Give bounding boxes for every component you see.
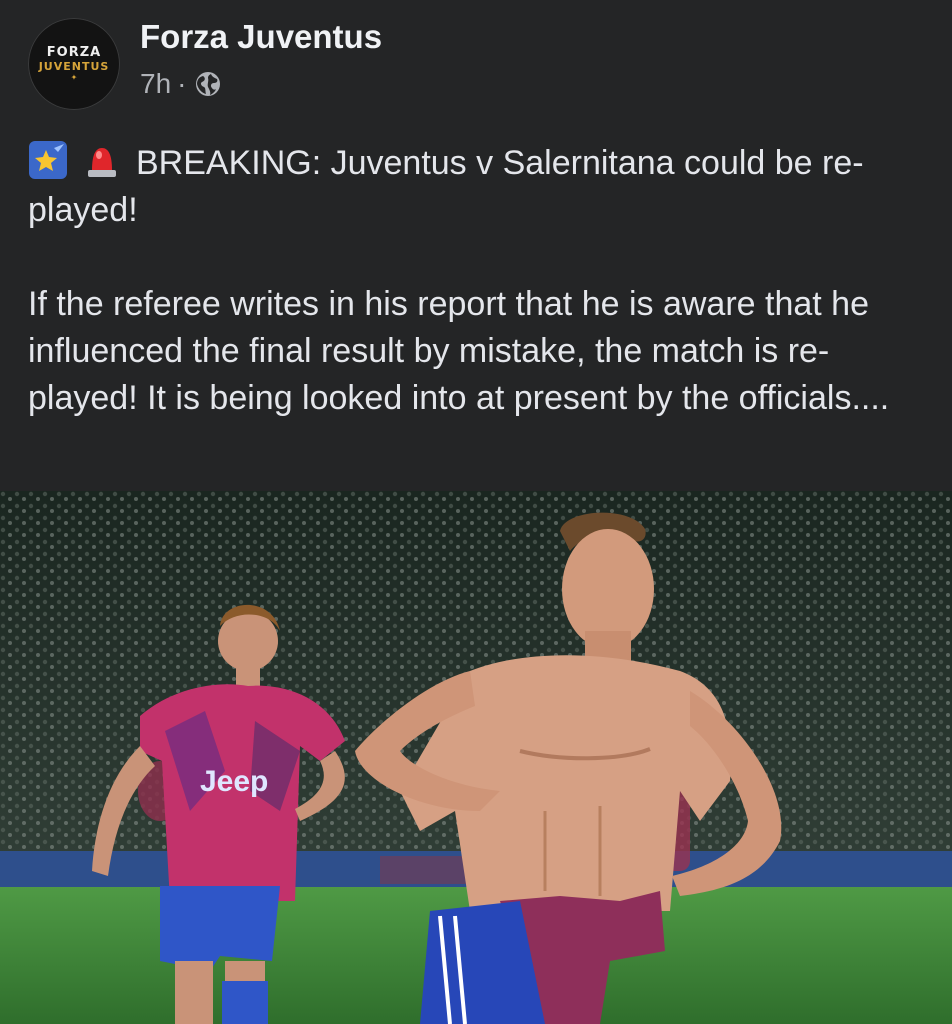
- jersey-sponsor-text: Jeep: [200, 765, 268, 798]
- siren-emoji: [88, 148, 116, 177]
- avatar-logo-mark: ✦: [70, 73, 78, 82]
- avatar-logo-line2: JUVENTUS: [38, 60, 110, 73]
- post-photo-illustration: Jeep: [0, 491, 952, 1024]
- globe-icon[interactable]: [194, 70, 222, 98]
- post-header: FORZA JUVENTUS ✦ Forza Juventus 7h ·: [0, 0, 952, 130]
- post-timestamp[interactable]: 7h: [140, 68, 171, 100]
- post-text: BREAKING: Juventus v Salernitana could b…: [28, 140, 928, 422]
- avatar-logo-line1: FORZA: [46, 45, 102, 60]
- post-photo[interactable]: Jeep: [0, 491, 952, 1024]
- meta-separator: ·: [177, 68, 187, 99]
- page-name-link[interactable]: Forza Juventus: [140, 18, 382, 56]
- post-headline: BREAKING: Juventus v Salernitana could b…: [28, 144, 864, 229]
- post-meta: 7h ·: [140, 68, 222, 100]
- page-avatar[interactable]: FORZA JUVENTUS ✦: [28, 18, 120, 110]
- shooting-star-emoji: [29, 141, 67, 179]
- post-body: If the referee writes in his report that…: [28, 285, 890, 417]
- post-headline-paragraph: BREAKING: Juventus v Salernitana could b…: [28, 140, 928, 234]
